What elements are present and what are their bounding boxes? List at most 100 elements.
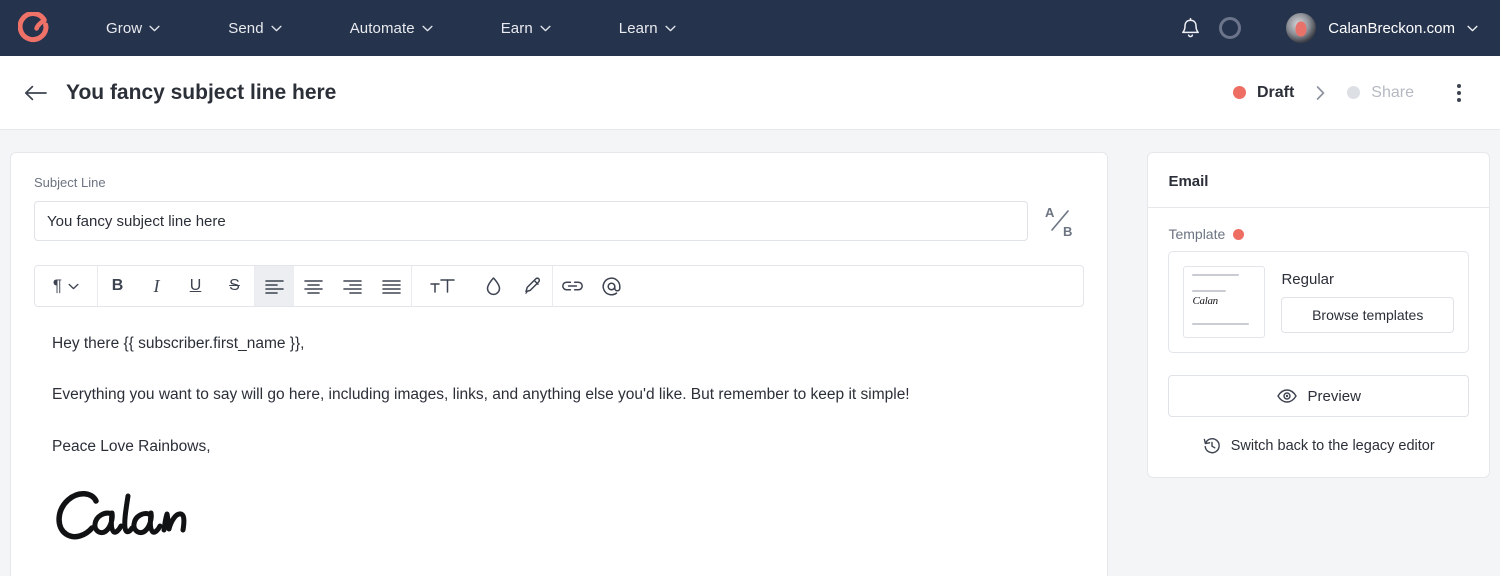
template-thumbnail[interactable]: Calan <box>1183 266 1266 338</box>
arrow-left-icon <box>24 85 47 100</box>
highlighter-pen-icon <box>525 277 541 294</box>
header-actions: Draft Share <box>1227 76 1476 110</box>
chevron-down-icon <box>271 25 282 31</box>
chevron-down-icon <box>68 283 79 289</box>
avatar <box>1286 13 1317 43</box>
align-center-button[interactable] <box>294 266 333 306</box>
status-step-draft[interactable]: Draft <box>1227 80 1300 106</box>
signature-image <box>52 487 1064 554</box>
paragraph-style-dropdown[interactable]: ¶ <box>35 266 97 306</box>
account-menu[interactable]: CalanBreckon.com <box>1286 13 1478 43</box>
email-editor-card: Subject Line A B ¶ B I <box>10 152 1109 576</box>
link-icon <box>562 281 583 291</box>
kebab-menu-icon <box>1457 83 1461 88</box>
underline-button[interactable]: U <box>176 266 215 306</box>
ab-split-test-icon: A B <box>1045 205 1072 239</box>
svg-text:B: B <box>1063 224 1072 239</box>
highlight-button[interactable] <box>513 266 552 306</box>
pilcrow-icon: ¶ <box>52 276 63 295</box>
legacy-editor-link[interactable]: Switch back to the legacy editor <box>1168 437 1469 455</box>
status-dot-share <box>1347 86 1361 99</box>
body-greeting: Hey there {{ subscriber.first_name }}, <box>52 335 305 352</box>
italic-icon: I <box>153 275 160 296</box>
email-settings-panel: Email Template Calan Regular Browse temp… <box>1147 152 1490 478</box>
thumb-line <box>1192 290 1226 292</box>
thumb-line <box>1192 274 1239 276</box>
handwritten-signature-calan <box>56 491 187 540</box>
circle-ring-icon <box>1219 17 1242 39</box>
thumb-signature: Calan <box>1192 295 1218 307</box>
panel-body: Template Calan Regular Browse templates … <box>1148 208 1489 477</box>
status-dot-draft <box>1232 86 1246 99</box>
step-separator <box>1316 85 1325 100</box>
chevron-down-icon <box>149 25 160 31</box>
template-name: Regular <box>1281 271 1334 288</box>
thumb-footer <box>1192 323 1256 328</box>
color-droplet-icon <box>486 277 501 296</box>
align-right-icon <box>343 279 362 294</box>
more-options-button[interactable] <box>1442 76 1476 110</box>
template-info: Regular Browse templates <box>1281 271 1454 333</box>
body-closing: Peace Love Rainbows, <box>52 437 211 455</box>
convertkit-logo-icon <box>18 12 49 42</box>
status-step-share[interactable]: Share <box>1341 80 1420 106</box>
align-justify-icon <box>382 279 401 294</box>
nav-right-cluster: CalanBreckon.com <box>1170 8 1478 48</box>
chevron-down-icon <box>540 25 551 31</box>
panel-title: Email <box>1168 173 1209 190</box>
page-body: Subject Line A B ¶ B I <box>0 130 1500 576</box>
mention-button[interactable] <box>592 266 631 306</box>
page-header-bar: You fancy subject line here Draft Share <box>0 56 1500 130</box>
nav-item-label: Automate <box>349 19 415 37</box>
preview-button[interactable]: Preview <box>1168 375 1469 417</box>
template-label: Template <box>1168 226 1226 242</box>
chevron-down-icon <box>1467 25 1478 31</box>
page-title: You fancy subject line here <box>66 80 337 104</box>
align-justify-button[interactable] <box>372 266 411 306</box>
chevron-down-icon <box>422 25 433 31</box>
body-paragraph: Everything you want to say will go here,… <box>52 386 910 404</box>
preview-label: Preview <box>1307 387 1361 405</box>
subject-line-label: Subject Line <box>34 175 106 190</box>
insert-link-button[interactable] <box>553 266 592 306</box>
subject-line-row: A B <box>34 199 1084 243</box>
subject-input[interactable] <box>34 201 1029 241</box>
nav-item-grow[interactable]: Grow <box>106 14 160 43</box>
italic-button[interactable]: I <box>137 266 176 306</box>
notifications-button[interactable] <box>1170 8 1210 48</box>
strikethrough-button[interactable]: S <box>215 266 254 306</box>
nav-item-learn[interactable]: Learn <box>619 14 676 43</box>
eye-icon <box>1276 389 1297 403</box>
email-body[interactable]: Hey there {{ subscriber.first_name }}, E… <box>34 307 1084 554</box>
bold-button[interactable]: B <box>98 266 137 306</box>
browse-templates-button[interactable]: Browse templates <box>1281 297 1454 333</box>
align-left-button[interactable] <box>255 266 294 306</box>
svg-text:A: A <box>1045 205 1055 220</box>
nav-item-label: Earn <box>500 19 533 37</box>
strikethrough-icon: S <box>229 277 240 294</box>
status-ring-button[interactable] <box>1210 8 1250 48</box>
align-right-button[interactable] <box>333 266 372 306</box>
ab-test-button[interactable]: A B <box>1036 199 1084 243</box>
font-size-button[interactable] <box>412 266 474 306</box>
app-logo[interactable] <box>10 12 58 44</box>
template-card: Calan Regular Browse templates <box>1168 251 1469 353</box>
back-button[interactable] <box>18 76 52 110</box>
underline-icon: U <box>189 277 202 294</box>
account-name: CalanBreckon.com <box>1328 19 1455 37</box>
nav-item-automate[interactable]: Automate <box>350 14 433 43</box>
status-label-share: Share <box>1371 83 1414 101</box>
nav-item-earn[interactable]: Earn <box>501 14 551 43</box>
align-center-icon <box>304 279 323 294</box>
chevron-right-icon <box>1317 85 1325 100</box>
main-menu: Grow Send Automate Earn Learn <box>106 14 676 43</box>
font-size-icon <box>430 279 455 293</box>
nav-item-send[interactable]: Send <box>228 14 282 43</box>
status-badge: Draft <box>1256 83 1295 101</box>
bold-icon: B <box>111 277 124 294</box>
at-mention-icon <box>602 276 621 295</box>
template-status-dot <box>1233 228 1245 240</box>
nav-item-label: Learn <box>618 19 658 37</box>
text-color-button[interactable] <box>474 266 513 306</box>
top-navigation-bar: Grow Send Automate Earn Learn CalanBreck… <box>0 0 1500 56</box>
